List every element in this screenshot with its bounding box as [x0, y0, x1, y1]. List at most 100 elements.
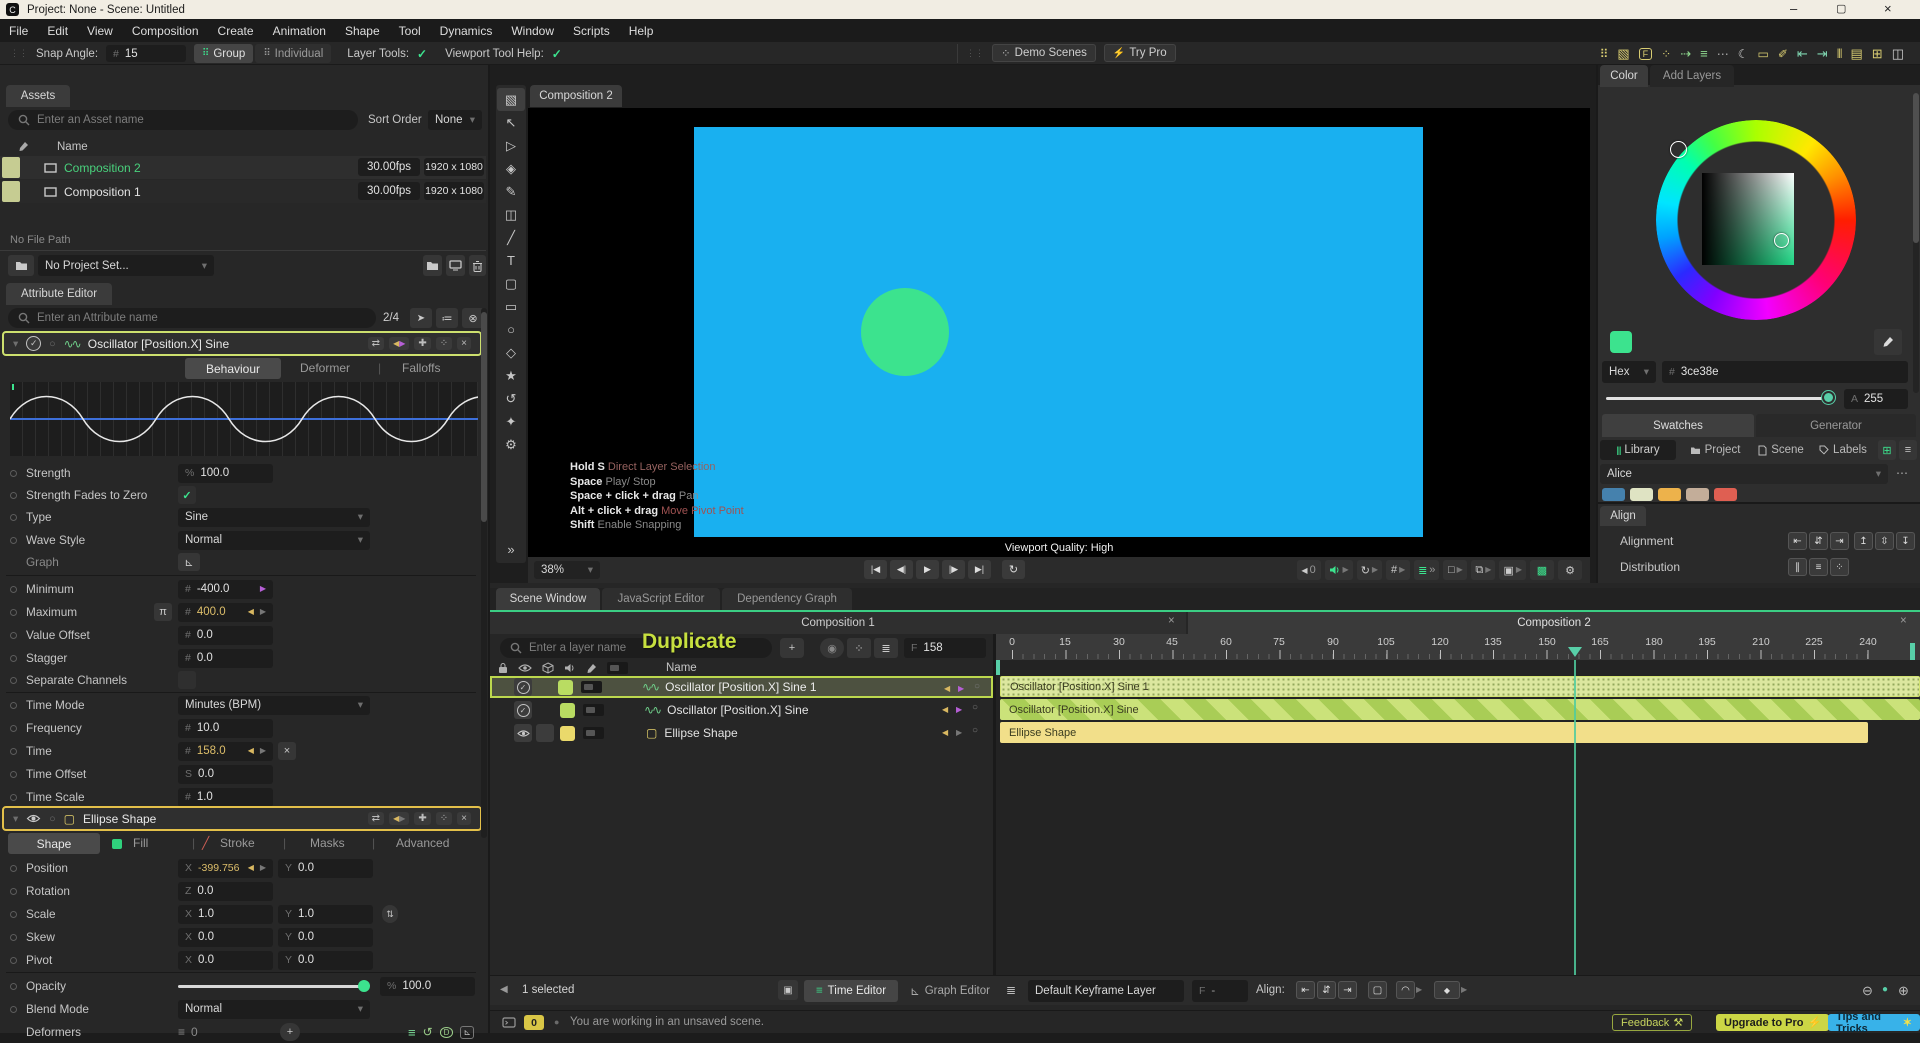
graph-editor-button[interactable]: ⊾ Graph Editor	[902, 980, 998, 1002]
keyframe-right-icon[interactable]: ▶	[956, 729, 962, 737]
menu-scripts[interactable]: Scripts	[573, 24, 610, 38]
sv-selector[interactable]	[1774, 233, 1789, 248]
upgrade-button[interactable]: Upgrade to Pro ⚡	[1716, 1014, 1830, 1031]
socket[interactable]	[10, 724, 17, 732]
close-tab-icon[interactable]: ×	[1900, 615, 1907, 627]
onion-skin-button[interactable]: ◀ 0	[1296, 560, 1321, 580]
align-left-button[interactable]: ⇤	[1788, 532, 1807, 550]
color-mode-select[interactable]: Hex ▾	[1602, 361, 1656, 383]
swatch-list-view-button[interactable]: ≡	[1899, 440, 1917, 460]
align-right-icon[interactable]: ⇥	[1817, 46, 1828, 62]
timeline-bar-ellipse[interactable]: Ellipse Shape	[1000, 722, 1868, 743]
playhead-handle[interactable]	[1568, 647, 1582, 657]
dock-button[interactable]: ▣	[778, 980, 798, 1000]
scale-tool-icon[interactable]: ◈	[497, 157, 525, 180]
camera-toggle-icon[interactable]	[583, 704, 604, 716]
menu-file[interactable]: File	[9, 24, 28, 38]
split-view-icon[interactable]: ◫	[1892, 46, 1904, 62]
scale-link-toggle[interactable]: ⇅	[382, 905, 398, 923]
kf-align-left-button[interactable]: ⇤	[1296, 981, 1315, 999]
graph-button[interactable]: ⊾	[178, 553, 200, 571]
timeline-bar-oscillator-1[interactable]: Oscillator [Position.X] Sine 1	[1000, 676, 1920, 697]
tab-attribute-editor[interactable]: Attribute Editor	[6, 283, 112, 305]
eye-icon[interactable]	[516, 729, 530, 738]
tab-assets[interactable]: Assets	[6, 85, 70, 107]
maximum-field[interactable]: #400.0 ◀ ▶	[178, 602, 273, 622]
distribute-h-button[interactable]: ∥	[1788, 558, 1807, 576]
menu-dynamics[interactable]: Dynamics	[440, 24, 493, 38]
wave-style-select[interactable]: Normal ▾	[178, 530, 370, 550]
lock-icon[interactable]	[498, 662, 508, 674]
scene-button[interactable]: Scene	[1752, 440, 1810, 460]
filter-layers-button[interactable]: ◉	[820, 638, 844, 658]
maximize-button[interactable]: ▢	[1836, 2, 1846, 15]
line-tool-icon[interactable]: ╱	[497, 226, 525, 249]
add-layer-button[interactable]: +	[780, 638, 804, 658]
comp-tab-1[interactable]: Composition 1 ×	[490, 612, 1186, 634]
refresh-button[interactable]: ↻ ▶	[1356, 560, 1383, 580]
scatter-icon[interactable]: ⁘	[1661, 47, 1671, 61]
opacity-slider[interactable]	[178, 985, 366, 988]
type-select[interactable]: Sine ▾	[178, 507, 370, 527]
swatch-grid-view-button[interactable]: ⊞	[1878, 440, 1896, 460]
collapse-left-icon[interactable]: ◀	[500, 984, 508, 995]
time-field[interactable]: #158.0 ◀ ▶	[178, 741, 273, 761]
socket[interactable]	[10, 469, 17, 477]
keyframe-layer-select[interactable]: Default Keyframe Layer	[1028, 980, 1184, 1002]
zoom-in-icon[interactable]: ⊕	[1898, 983, 1909, 999]
snap-angle-field[interactable]: # 15	[106, 45, 187, 62]
transparency-button[interactable]: ▩	[1530, 560, 1554, 580]
add-attribute-button[interactable]: ≔	[436, 308, 458, 328]
collapse-icon[interactable]: ▾	[13, 338, 18, 350]
artboard-tool-icon[interactable]: ▢	[497, 272, 525, 295]
layer-name[interactable]: Oscillator [Position.X] Sine 1	[665, 680, 816, 694]
keyframe-nav[interactable]: ◀▶	[389, 812, 410, 825]
burst-tool-icon[interactable]: ✦	[497, 410, 525, 433]
asset-color-chip[interactable]	[2, 157, 20, 178]
layer-row-oscillator[interactable]: ✓ ∿∿ Oscillator [Position.X] Sine ◀ ▶ ○	[490, 699, 993, 721]
left-scrollbar[interactable]	[481, 308, 487, 838]
individual-toggle[interactable]: ⠿ Individual	[255, 44, 332, 63]
socket[interactable]	[10, 608, 17, 616]
keyframe-tool-button[interactable]: ◆	[1434, 981, 1460, 999]
layers-overlay-button[interactable]: ⧉ ▶	[1471, 560, 1496, 580]
pi-badge[interactable]: π	[154, 603, 172, 621]
marquee-tool-icon[interactable]: ▧	[497, 88, 525, 111]
tab-masks[interactable]: Masks	[310, 836, 345, 850]
camera-tool-icon[interactable]: ◫	[497, 203, 525, 226]
grid-icon[interactable]: ⊞	[1872, 46, 1883, 62]
time-mode-select[interactable]: Minutes (BPM) ▾	[178, 695, 370, 715]
asset-color-chip[interactable]	[2, 181, 20, 202]
menu-create[interactable]: Create	[218, 24, 254, 38]
expand-icon[interactable]: ▶	[1416, 986, 1422, 994]
time-scale-field[interactable]: #1.0	[178, 787, 273, 807]
kf-align-right-button[interactable]: ⇥	[1338, 981, 1357, 999]
distribute-grid-button[interactable]: ⁘	[1830, 558, 1849, 576]
new-window-button[interactable]	[446, 255, 465, 276]
socket[interactable]	[10, 956, 17, 964]
keyframe-left-icon[interactable]: ◀	[248, 608, 254, 616]
scale-y-field[interactable]: Y 1.0	[278, 904, 373, 924]
camera-toggle-icon[interactable]	[607, 662, 628, 674]
polygon-tool-icon[interactable]: ◇	[497, 341, 525, 364]
connections-icon[interactable]: ⇄	[367, 337, 385, 350]
close-section-icon[interactable]: ×	[457, 812, 471, 825]
palette-select[interactable]: Alice ▾	[1600, 464, 1888, 484]
socket[interactable]	[10, 933, 17, 941]
align-center-v-button[interactable]: ⇳	[1875, 532, 1894, 550]
star-tool-icon[interactable]: ★	[497, 364, 525, 387]
align-top-button[interactable]: ↥	[1854, 532, 1873, 550]
frame-field[interactable]: F 158	[904, 638, 986, 658]
comp-tab-2[interactable]: Composition 2 ×	[1188, 612, 1920, 634]
solo-circle-icon[interactable]: ○	[972, 702, 978, 713]
asset-row[interactable]: Composition 2 30.00fps 1920 x 1080	[0, 156, 486, 179]
socket[interactable]	[10, 747, 17, 755]
motion-path-icon[interactable]: ⇢	[1680, 46, 1691, 62]
fades-checkbox[interactable]: ✓	[178, 486, 196, 504]
align-center-h-button[interactable]: ⇵	[1809, 532, 1828, 550]
audio-button[interactable]: ▶	[1324, 560, 1353, 580]
eyedropper-button[interactable]	[1874, 329, 1902, 355]
position-x-field[interactable]: X -399.756 ◀ ▶	[178, 858, 273, 878]
menu-animation[interactable]: Animation	[273, 24, 326, 38]
tab-dependency-graph[interactable]: Dependency Graph	[722, 588, 852, 610]
